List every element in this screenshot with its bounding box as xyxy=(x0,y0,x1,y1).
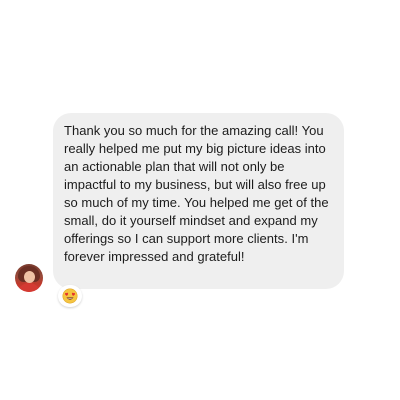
avatar-shirt xyxy=(17,283,41,292)
message-text: Thank you so much for the amazing call! … xyxy=(64,123,329,264)
message-bubble[interactable]: Thank you so much for the amazing call! … xyxy=(53,113,344,289)
chat-screen: Thank you so much for the amazing call! … xyxy=(0,0,400,400)
avatar-face xyxy=(24,271,35,283)
sender-avatar[interactable] xyxy=(15,264,43,292)
heart-eyes-emoji-icon xyxy=(62,288,78,304)
message-reaction[interactable] xyxy=(58,285,82,307)
